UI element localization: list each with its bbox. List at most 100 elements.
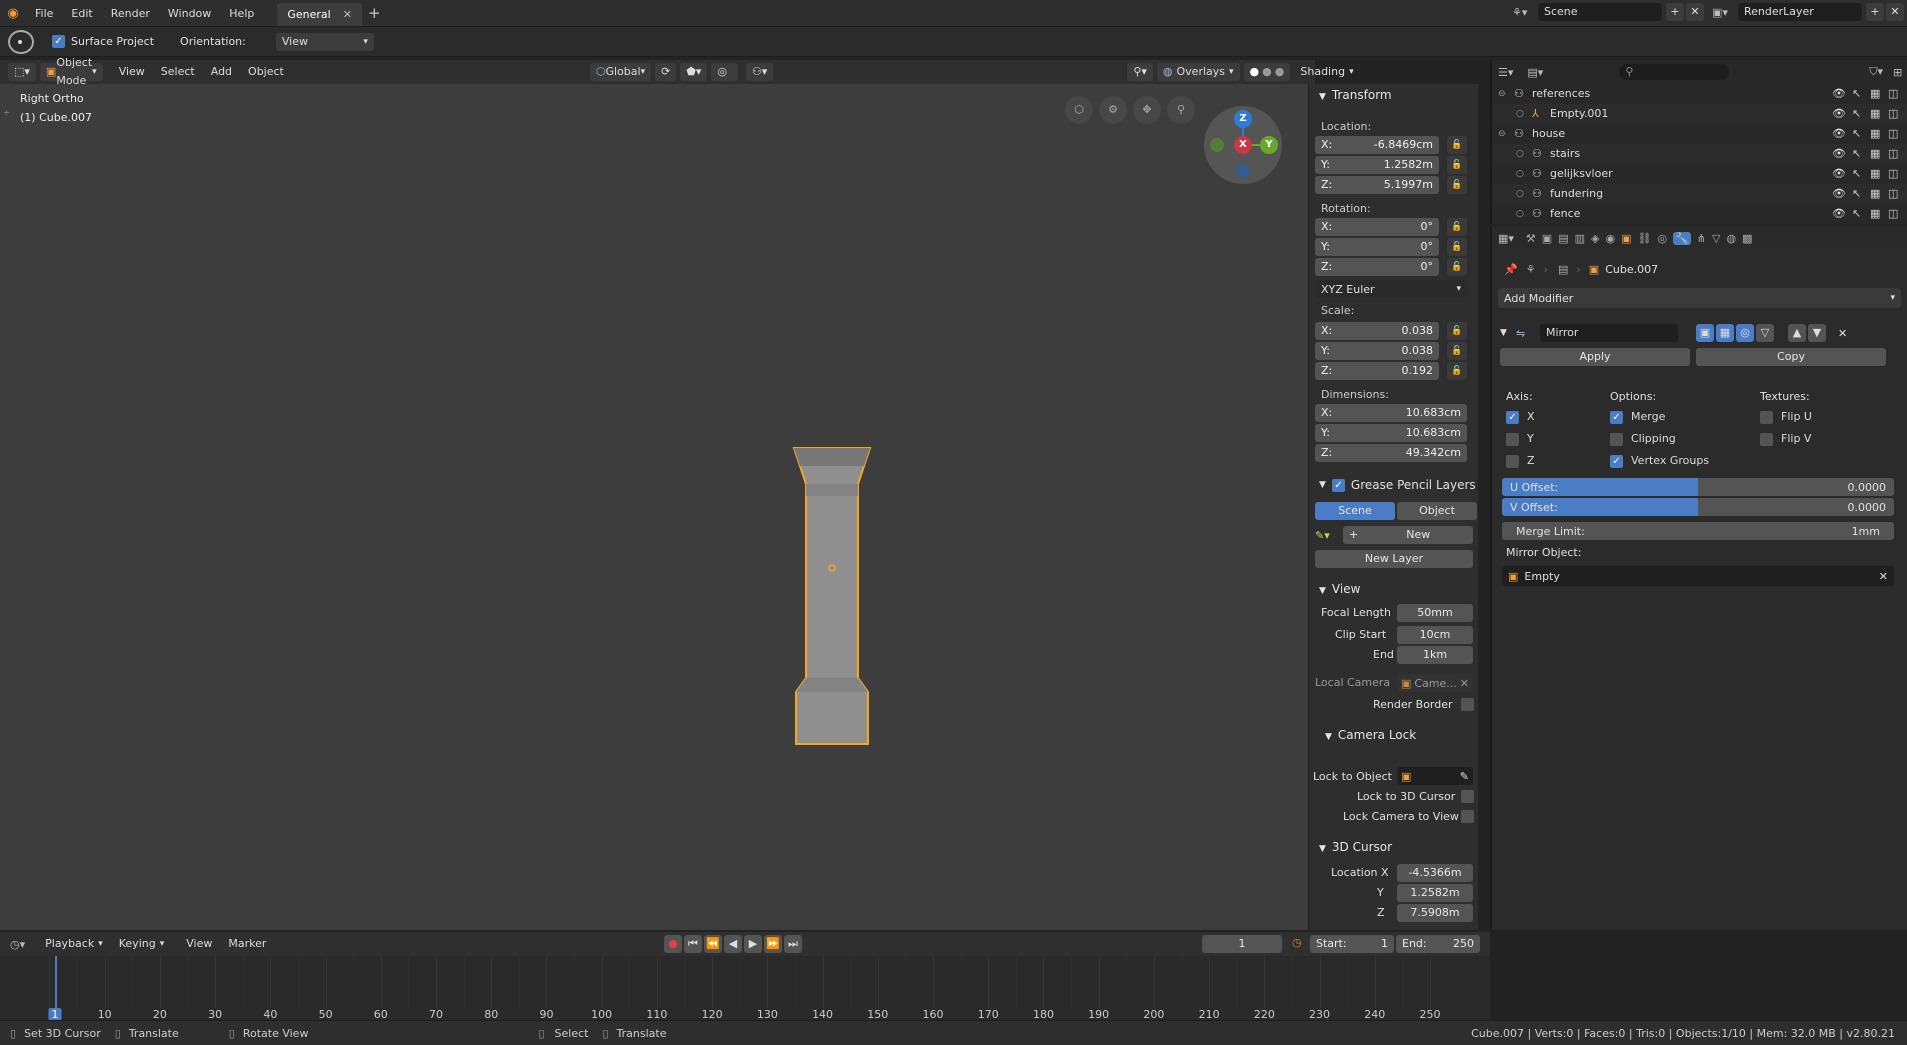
transform-panel-header[interactable]: ▼ Transform [1309, 84, 1478, 106]
frame-end-field[interactable]: End: 250 [1396, 935, 1480, 953]
viewport-toggle-icon[interactable]: ▦ [1870, 144, 1880, 164]
select-toggle-icon[interactable]: ↖ [1852, 164, 1861, 184]
close-icon[interactable]: ✕ [343, 3, 352, 26]
dimensions-y-field[interactable]: Y: 10.683cm [1315, 424, 1467, 442]
location-z-field[interactable]: Z: 5.1997m [1315, 176, 1439, 194]
record-icon[interactable]: ● [664, 935, 682, 953]
modifiers-tab-icon[interactable]: 🔧 [1673, 231, 1691, 245]
display-mode-icon[interactable]: ▤▾ [1527, 66, 1543, 79]
jump-end-icon[interactable]: ⏭ [784, 935, 802, 953]
dimensions-x-field[interactable]: X: 10.683cm [1315, 404, 1467, 422]
toolbar-toggle-icon[interactable]: + [3, 108, 10, 117]
gizmo-y-axis[interactable]: Y [1260, 136, 1278, 154]
world-tab-icon[interactable]: ◉ [1605, 232, 1615, 245]
current-frame-field[interactable]: 1 [1202, 935, 1282, 953]
constraints-tab-icon[interactable]: ⛓ [1638, 232, 1652, 245]
merge-checkbox[interactable]: ✓ [1610, 410, 1623, 424]
merge-toggle[interactable]: ✓ Merge [1610, 408, 1665, 426]
lock-camera-to-view-checkbox[interactable] [1461, 810, 1474, 823]
local-camera-field[interactable]: ▣ Came... ✕ [1397, 674, 1473, 692]
eye-icon[interactable]: 👁 [1832, 204, 1846, 224]
viewport-toggle-icon[interactable]: ▦ [1870, 184, 1880, 204]
material-tab-icon[interactable]: ◍ [1726, 232, 1736, 245]
render-toggle-icon[interactable]: ◫ [1888, 184, 1898, 204]
outliner-item[interactable]: ○ ⅄ Empty.001 👁 ↖ ▦ ◫ [1492, 104, 1907, 124]
render-toggle-icon[interactable]: ◫ [1888, 124, 1898, 144]
prev-keyframe-icon[interactable]: ⏪ [704, 935, 722, 953]
menu-render[interactable]: Render [102, 0, 159, 27]
filter-icon[interactable]: ⛉▾ [1869, 65, 1883, 79]
keying-menu[interactable]: Keying ▾ [113, 935, 170, 953]
zoom-view-icon[interactable]: ⚲ [1167, 96, 1195, 124]
viewport-toggle-icon[interactable]: ▦ [1870, 164, 1880, 184]
viewport-toggle-icon[interactable]: ▦ [1870, 84, 1880, 104]
navigation-gizmo[interactable]: Z Y X [1204, 106, 1282, 184]
shading-modes[interactable]: ● ● ● [1243, 63, 1291, 81]
viewport-toggle-icon[interactable]: ▦ [1716, 324, 1734, 342]
move-down-icon[interactable]: ▼ [1808, 324, 1826, 342]
data-tab-icon[interactable]: ▽ [1712, 232, 1720, 245]
cage-toggle-icon[interactable]: ▽ [1756, 324, 1774, 342]
disclosure-icon[interactable]: ○ [1516, 104, 1524, 124]
render-border-checkbox[interactable] [1461, 698, 1474, 711]
remove-modifier-icon[interactable]: ✕ [1838, 327, 1847, 340]
gizmo-neg-z[interactable] [1236, 164, 1250, 178]
grease-pencil-checkbox[interactable]: ✓ [1331, 478, 1345, 492]
select-toggle-icon[interactable]: ↖ [1852, 124, 1861, 144]
lock-icon[interactable]: 🔓 [1447, 136, 1467, 154]
frame-start-field[interactable]: Start: 1 [1310, 935, 1394, 953]
new-collection-icon[interactable]: ⊞ [1893, 66, 1902, 79]
viewport-toggle-icon[interactable]: ▦ [1870, 204, 1880, 224]
gizmo-x-axis[interactable]: X [1234, 136, 1252, 154]
u-offset-slider[interactable]: U Offset: 0.0000 [1502, 478, 1894, 496]
axis-z-checkbox[interactable] [1506, 454, 1519, 468]
render-tab-icon[interactable]: ▣ [1542, 232, 1552, 245]
copy-button[interactable]: Copy [1696, 348, 1886, 366]
collapse-icon[interactable]: ▼ [1500, 328, 1516, 338]
scale-z-field[interactable]: Z: 0.192 [1315, 362, 1439, 380]
properties-editor-icon[interactable]: ▦▾ [1498, 232, 1514, 245]
shading-dropdown[interactable]: Shading ▾ [1294, 63, 1359, 81]
3d-viewport[interactable]: Right Ortho (1) Cube.007 + ⬡ ⚙ ✥ ⚲ Z Y X [0, 84, 1308, 930]
flip-v-checkbox[interactable] [1760, 432, 1773, 446]
jump-start-icon[interactable]: ⏮ [684, 935, 702, 953]
scene-field[interactable]: Scene [1538, 3, 1662, 21]
lock-to-object-field[interactable]: ▣ ✎ [1397, 767, 1473, 785]
gizmo-neg-y[interactable] [1210, 138, 1224, 152]
cursor-location-x-field[interactable]: -4.5366m [1397, 864, 1473, 882]
clip-end-field[interactable]: 1km [1397, 646, 1473, 664]
outliner-item[interactable]: ○ ⚇ fence 👁 ↖ ▦ ◫ [1492, 204, 1907, 224]
renderlayer-selector[interactable]: ▣▾ RenderLayer + ✕ [1712, 3, 1904, 21]
pivot-icon[interactable]: ⟳ [655, 63, 677, 81]
texture-tab-icon[interactable]: ▩ [1742, 232, 1752, 245]
output-tab-icon[interactable]: ▤ [1558, 232, 1568, 245]
dimensions-z-field[interactable]: Z: 49.342cm [1315, 444, 1467, 462]
select-toggle-icon[interactable]: ↖ [1852, 144, 1861, 164]
view-panel-header[interactable]: ▼ View [1309, 578, 1360, 600]
scene-selector[interactable]: ⚘▾ Scene + ✕ [1512, 3, 1704, 21]
play-icon[interactable]: ▶ [744, 935, 762, 953]
timeline-menu-marker[interactable]: Marker [222, 935, 272, 953]
delete-renderlayer-icon[interactable]: ✕ [1886, 3, 1904, 21]
mirror-object-field[interactable]: ▣ Empty ✕ [1502, 566, 1894, 586]
play-reverse-icon[interactable]: ◀ [724, 935, 742, 953]
menu-file[interactable]: File [26, 0, 62, 27]
viewport-menu-view[interactable]: View [113, 63, 151, 81]
blender-logo-icon[interactable]: ◉ [0, 6, 26, 21]
preview-range-icon[interactable]: ◷ [1292, 936, 1302, 949]
scale-x-field[interactable]: X: 0.038 [1315, 322, 1439, 340]
rotation-y-field[interactable]: Y: 0° [1315, 238, 1439, 256]
vertex-groups-checkbox[interactable]: ✓ [1610, 454, 1623, 468]
playback-menu[interactable]: Playback ▾ [39, 935, 109, 953]
axis-x-checkbox[interactable]: ✓ [1506, 410, 1519, 424]
rotation-mode-dropdown[interactable]: XYZ Euler ▾ [1315, 280, 1467, 298]
menu-help[interactable]: Help [220, 0, 263, 27]
viewport-toggle-icon[interactable]: ▦ [1870, 104, 1880, 124]
clipping-checkbox[interactable] [1610, 432, 1623, 446]
render-toggle-icon[interactable]: ◫ [1888, 144, 1898, 164]
clip-start-field[interactable]: 10cm [1397, 626, 1473, 644]
camera-lock-panel-header[interactable]: ▼ Camera Lock [1315, 724, 1416, 746]
grease-pencil-scene-tab[interactable]: Scene [1315, 502, 1395, 520]
disclosure-icon[interactable]: ○ [1516, 204, 1524, 224]
disclosure-icon[interactable]: ○ [1516, 164, 1524, 184]
